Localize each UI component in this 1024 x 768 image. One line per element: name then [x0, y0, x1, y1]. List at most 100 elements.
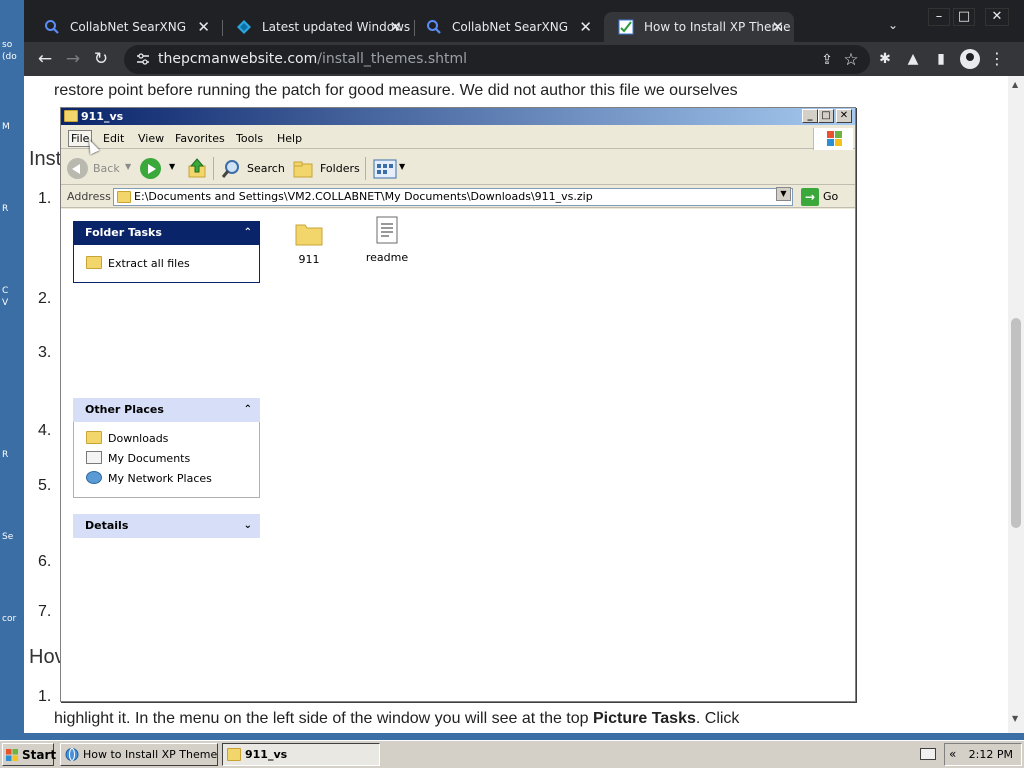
- place-label: My Documents: [108, 452, 191, 465]
- scroll-down-arrow-icon[interactable]: ▼: [1012, 714, 1018, 723]
- place-my-documents[interactable]: My Documents: [86, 451, 191, 465]
- views-icon[interactable]: [373, 159, 397, 179]
- taskbar-item-browser[interactable]: How to Install XP Theme...: [60, 743, 218, 766]
- menu-help[interactable]: Help: [277, 132, 302, 145]
- explorer-title-bar[interactable]: 911_vs _ □ ✕: [61, 108, 855, 125]
- profile-avatar[interactable]: [960, 49, 980, 69]
- text-fragment: . Click: [695, 710, 740, 727]
- details-header[interactable]: Details ⌄: [73, 514, 260, 538]
- search-icon: [427, 20, 441, 34]
- folder-tasks-header[interactable]: Folder Tasks ⌃: [73, 221, 260, 245]
- forward-arrow-icon[interactable]: [140, 158, 161, 179]
- place-label: Downloads: [108, 432, 169, 445]
- desktop-label: Se: [2, 532, 14, 542]
- search-icon[interactable]: [221, 159, 241, 179]
- explorer-toolbar: Back ▼ ▼ Search Folders ▼: [61, 151, 855, 185]
- share-icon[interactable]: ⇪: [818, 51, 836, 69]
- forward-button[interactable]: →: [62, 48, 84, 70]
- folder-tasks-panel: Folder Tasks ⌃ Extract all files: [73, 221, 260, 283]
- back-arrow-icon[interactable]: [67, 158, 88, 179]
- desktop-label: C: [2, 286, 9, 296]
- extensions-puzzle-icon[interactable]: ✱: [876, 50, 894, 68]
- documents-icon: [86, 451, 102, 464]
- tab-title: CollabNet SearXNG: [70, 20, 187, 34]
- menu-favorites[interactable]: Favorites: [175, 132, 225, 145]
- close-window-button[interactable]: ✕: [985, 8, 1009, 26]
- address-bar[interactable]: thepcmanwebsite.com/install_themes.shtml…: [124, 45, 870, 74]
- start-label: Start: [22, 748, 57, 762]
- desktop-label: cor: [2, 614, 17, 624]
- place-my-network-places[interactable]: My Network Places: [86, 471, 212, 485]
- folder-icon: [64, 110, 78, 122]
- back-dropdown-icon[interactable]: ▼: [125, 162, 131, 171]
- flask-icon[interactable]: ▲: [904, 50, 922, 68]
- minimize-button[interactable]: –: [928, 8, 950, 26]
- expand-chevron-icon[interactable]: ⌄: [244, 514, 252, 538]
- explorer-window: 911_vs _ □ ✕ File Edit View Favorites To…: [60, 107, 856, 702]
- list-number: 3.: [38, 344, 52, 361]
- forward-dropdown-icon[interactable]: ▼: [169, 162, 175, 171]
- place-downloads[interactable]: Downloads: [86, 431, 169, 445]
- list-number: 5.: [38, 477, 52, 494]
- side-panel-icon[interactable]: ▮: [932, 50, 950, 68]
- address-dropdown-icon[interactable]: ▼: [776, 187, 791, 201]
- task-pane: Folder Tasks ⌃ Extract all files Other P…: [61, 209, 271, 701]
- close-icon[interactable]: ✕: [771, 12, 784, 42]
- back-button[interactable]: ←: [34, 48, 56, 70]
- tab-searxng-2[interactable]: CollabNet SearXNG ✕: [412, 12, 602, 42]
- explorer-minimize-button[interactable]: _: [802, 109, 818, 123]
- folders-icon[interactable]: [293, 160, 315, 178]
- file-item-folder-911[interactable]: 911: [279, 219, 339, 266]
- bookmark-star-icon[interactable]: ☆: [842, 51, 860, 69]
- scroll-up-arrow-icon[interactable]: ▲: [1012, 80, 1018, 89]
- clock[interactable]: 2:12 PM: [969, 748, 1013, 761]
- file-item-readme[interactable]: readme: [357, 215, 417, 264]
- start-button[interactable]: Start: [2, 743, 57, 766]
- extract-icon: [86, 256, 102, 269]
- url-host: thepcmanwebsite.com: [158, 51, 318, 67]
- address-input[interactable]: E:\Documents and Settings\VM2.COLLABNET\…: [113, 188, 793, 206]
- reload-button[interactable]: ↻: [90, 48, 112, 70]
- close-icon[interactable]: ✕: [579, 12, 592, 42]
- taskbar-item-explorer[interactable]: 911_vs: [222, 743, 380, 766]
- page-text-line: highlight it. In the menu on the left si…: [54, 710, 739, 728]
- tray-expand-icon[interactable]: «: [949, 747, 956, 761]
- tab-searxng-1[interactable]: CollabNet SearXNG ✕: [30, 12, 220, 42]
- go-button[interactable]: → Go: [801, 188, 851, 206]
- list-number: 1.: [38, 688, 52, 705]
- folder-icon: [86, 431, 102, 444]
- menu-edit[interactable]: Edit: [103, 132, 124, 145]
- folders-button-label[interactable]: Folders: [320, 162, 360, 175]
- maximize-button[interactable]: □: [953, 8, 975, 26]
- tab-title: How to Install XP Theme: [644, 20, 791, 34]
- close-icon[interactable]: ✕: [197, 12, 210, 42]
- site-info-icon[interactable]: [136, 52, 150, 66]
- tab-install-xp-themes[interactable]: How to Install XP Theme ✕: [604, 12, 794, 42]
- views-dropdown-icon[interactable]: ▼: [399, 162, 405, 171]
- other-places-header[interactable]: Other Places ⌃: [73, 398, 260, 422]
- url-text: thepcmanwebsite.com/install_themes.shtml: [158, 45, 467, 74]
- collapse-chevron-icon[interactable]: ⌃: [244, 398, 252, 422]
- collapse-chevron-icon[interactable]: ⌃: [244, 221, 252, 245]
- explorer-maximize-button[interactable]: □: [818, 109, 834, 123]
- task-label: Extract all files: [108, 257, 190, 270]
- tab-search-chevron-icon[interactable]: ⌄: [888, 18, 898, 32]
- up-folder-icon[interactable]: [187, 157, 207, 179]
- close-icon[interactable]: ✕: [389, 12, 402, 42]
- back-button-label[interactable]: Back: [93, 162, 120, 175]
- search-button-label[interactable]: Search: [247, 162, 285, 175]
- menu-dots-icon[interactable]: ⋮: [988, 50, 1006, 68]
- page-scrollbar[interactable]: ▲ ▼: [1008, 76, 1024, 733]
- windows-logo-icon: [813, 128, 853, 150]
- task-extract-all-files[interactable]: Extract all files: [86, 256, 190, 270]
- tab-windows-updates[interactable]: Latest updated Windows ✕: [222, 12, 412, 42]
- menu-view[interactable]: View: [138, 132, 164, 145]
- scroll-thumb[interactable]: [1011, 318, 1021, 528]
- explorer-address-bar: Address E:\Documents and Settings\VM2.CO…: [61, 186, 855, 208]
- file-name: 911: [298, 253, 320, 266]
- menu-tools[interactable]: Tools: [236, 132, 263, 145]
- explorer-close-button[interactable]: ✕: [836, 109, 852, 123]
- keyboard-icon[interactable]: [920, 748, 936, 760]
- network-icon: [86, 471, 102, 484]
- bold-text: Picture Tasks: [593, 710, 696, 727]
